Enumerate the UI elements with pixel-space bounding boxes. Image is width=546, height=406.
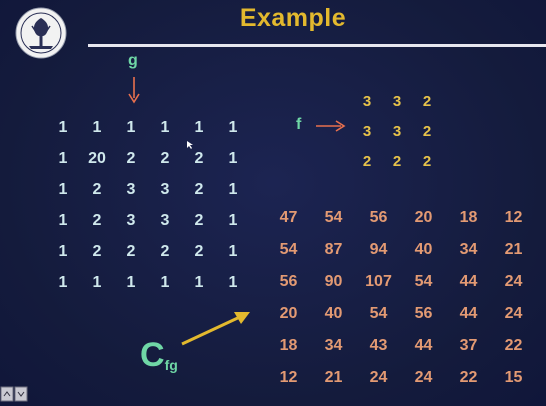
- g-cell: 2: [92, 211, 102, 229]
- cfg-cell: 20: [279, 305, 298, 322]
- cfg-cell: 44: [459, 305, 478, 322]
- cfg-cell: 12: [279, 369, 298, 386]
- g-cell: 1: [58, 242, 68, 260]
- cfg-cell: 24: [414, 369, 433, 386]
- cfg-cell: 18: [459, 209, 478, 226]
- f-cell: 3: [362, 122, 372, 140]
- cfg-cell: 40: [414, 241, 433, 258]
- cfg-cell: 44: [414, 337, 433, 354]
- cfg-label-main: C: [140, 336, 165, 374]
- g-cell: 2: [194, 242, 204, 260]
- iit-kgp-emblem-icon: [15, 7, 67, 59]
- presentation-toolbar-icon[interactable]: [0, 384, 30, 406]
- f-cell: 2: [362, 152, 372, 170]
- cfg-cell: 15: [504, 369, 523, 386]
- mouse-pointer-icon: [187, 141, 193, 149]
- cfg-cell: 54: [369, 305, 388, 322]
- cfg-cell: 21: [324, 369, 343, 386]
- g-cell: 3: [126, 180, 136, 198]
- cfg-cell: 47: [279, 209, 298, 226]
- f-cell: 3: [362, 92, 372, 110]
- g-cell: 2: [160, 149, 170, 167]
- f-cell: 2: [422, 122, 432, 140]
- g-cell: 1: [58, 118, 68, 136]
- g-cell: 2: [160, 242, 170, 260]
- f-cell: 3: [392, 122, 402, 140]
- g-cell: 1: [228, 211, 238, 229]
- g-cell: 2: [92, 242, 102, 260]
- cfg-matrix: 47 54 56 20 18 12 54 87 94 40 34 21 56 9…: [266, 202, 536, 394]
- cfg-cell: 12: [504, 209, 523, 226]
- g-cell: 3: [126, 211, 136, 229]
- g-cell: 3: [160, 211, 170, 229]
- g-matrix: 1 1 1 1 1 1 1 20 2 2 2 1 1 2 3 3 2 1 1 2…: [46, 112, 250, 298]
- cfg-cell: 90: [324, 273, 343, 290]
- cfg-label: Cfg: [140, 336, 178, 375]
- cfg-cell: 24: [504, 273, 523, 290]
- cfg-cell: 37: [459, 337, 478, 354]
- f-label: f: [296, 116, 302, 133]
- cfg-cell: 18: [279, 337, 298, 354]
- g-cell: 1: [126, 273, 136, 291]
- right-arrow-icon: [316, 120, 346, 132]
- cfg-cell: 40: [324, 305, 343, 322]
- g-cell: 2: [126, 149, 136, 167]
- g-cell: 2: [194, 211, 204, 229]
- cfg-cell: 56: [369, 209, 388, 226]
- f-cell: 2: [422, 152, 432, 170]
- g-cell: 1: [58, 273, 68, 291]
- cfg-cell: 21: [504, 241, 523, 258]
- g-cell: 1: [228, 273, 238, 291]
- cfg-cell: 24: [369, 369, 388, 386]
- g-cell: 2: [92, 180, 102, 198]
- g-cell: 2: [126, 242, 136, 260]
- g-cell: 1: [126, 118, 136, 136]
- g-cell: 1: [92, 273, 102, 291]
- g-cell: 1: [58, 149, 68, 167]
- cfg-label-subscript: fg: [164, 357, 178, 373]
- g-cell: 3: [160, 180, 170, 198]
- g-cell: 20: [88, 149, 106, 167]
- slide-canvas: Example g 1 1 1 1 1 1 1 20 2 2 2 1 1 2 3…: [0, 0, 546, 406]
- title-divider: [88, 44, 546, 47]
- cfg-cell: 94: [369, 241, 388, 258]
- cfg-cell: 24: [504, 305, 523, 322]
- cfg-cell: 54: [279, 241, 298, 258]
- g-cell: 1: [160, 273, 170, 291]
- cfg-cell: 34: [459, 241, 478, 258]
- g-cell: 1: [228, 242, 238, 260]
- g-cell: 1: [194, 118, 204, 136]
- cfg-cell: 22: [459, 369, 478, 386]
- g-cell: 1: [58, 180, 68, 198]
- cfg-cell: 87: [324, 241, 343, 258]
- f-matrix: 3 3 2 3 3 2 2 2 2: [352, 86, 442, 176]
- g-cell: 1: [160, 118, 170, 136]
- g-cell: 1: [58, 211, 68, 229]
- g-cell: 1: [228, 149, 238, 167]
- cfg-cell: 34: [324, 337, 343, 354]
- g-cell: 1: [228, 118, 238, 136]
- cfg-cell: 54: [324, 209, 343, 226]
- g-cell: 2: [194, 180, 204, 198]
- g-label: g: [128, 52, 138, 69]
- cfg-cell: 22: [504, 337, 523, 354]
- g-cell: 1: [228, 180, 238, 198]
- cfg-cell: 54: [414, 273, 433, 290]
- cfg-cell: 56: [279, 273, 298, 290]
- f-cell: 3: [392, 92, 402, 110]
- slide-title: Example: [239, 4, 347, 32]
- f-cell: 2: [422, 92, 432, 110]
- cfg-cell: 56: [414, 305, 433, 322]
- g-cell: 1: [194, 273, 204, 291]
- cfg-cell: 20: [414, 209, 433, 226]
- diagonal-arrow-icon: [181, 312, 250, 346]
- cfg-cell: 44: [459, 273, 478, 290]
- cfg-cell: 107: [365, 273, 392, 290]
- down-arrow-icon: [128, 77, 140, 104]
- f-cell: 2: [392, 152, 402, 170]
- g-cell: 1: [92, 118, 102, 136]
- cfg-cell: 43: [369, 337, 388, 354]
